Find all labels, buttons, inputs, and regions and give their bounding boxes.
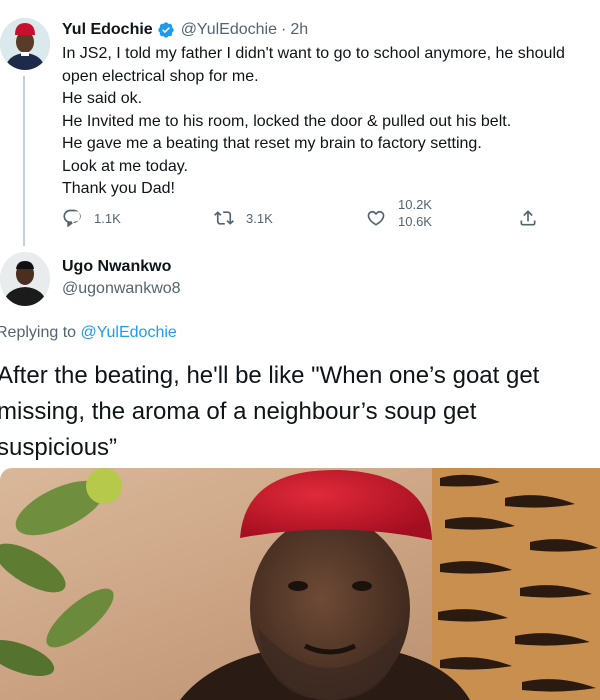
avatar[interactable] bbox=[0, 18, 50, 70]
replying-to-mention[interactable]: @YulEdochie bbox=[81, 324, 177, 341]
author-handle[interactable]: @ugonwankwo8 bbox=[62, 280, 181, 298]
like-count-ticker: 10.2K 10.6K bbox=[398, 200, 438, 236]
tweet-timestamp[interactable]: 2h bbox=[290, 21, 308, 39]
parent-tweet[interactable]: Yul Edochie @YulEdochie · 2h In JS2, I t… bbox=[0, 0, 600, 250]
tweet-text-line: Thank you Dad! bbox=[62, 180, 175, 197]
author-handle[interactable]: @YulEdochie bbox=[181, 21, 277, 39]
avatar[interactable] bbox=[0, 252, 50, 306]
heart-icon bbox=[367, 210, 385, 226]
like-button[interactable]: 10.2K 10.6K bbox=[366, 200, 438, 236]
author-name[interactable]: Ugo Nwankwo bbox=[62, 258, 171, 276]
share-button[interactable] bbox=[518, 200, 538, 236]
tweet-text-line: In JS2, I told my father I didn't want t… bbox=[62, 45, 565, 62]
tweet-thread: Yul Edochie @YulEdochie · 2h In JS2, I t… bbox=[0, 0, 600, 700]
reply-icon bbox=[63, 209, 81, 227]
separator-dot: · bbox=[281, 21, 287, 38]
reply-text-line: After the beating, he'll be like "When o… bbox=[0, 362, 540, 389]
reply-text-line: suspicious” bbox=[0, 434, 118, 461]
reply-text-line: missing, the aroma of a neighbour’s soup… bbox=[0, 398, 477, 425]
tweet-text-line: He said ok. bbox=[62, 90, 143, 107]
reply-tweet-text: After the beating, he'll be like "When o… bbox=[0, 358, 597, 466]
reply-button[interactable]: 1.1K bbox=[62, 200, 121, 236]
tweet-media-image[interactable] bbox=[0, 468, 600, 700]
verified-badge-icon bbox=[158, 22, 174, 38]
tweet-text: In JS2, I told my father I didn't want t… bbox=[62, 43, 598, 201]
share-icon bbox=[520, 210, 536, 226]
replying-to-label: Replying to bbox=[0, 324, 81, 341]
tweet-text-line: Look at me today. bbox=[62, 157, 188, 175]
tweet-text-line: open electrical shop for me. bbox=[62, 67, 259, 85]
retweet-count: 3.1K bbox=[246, 210, 273, 226]
tweet-header: Yul Edochie @YulEdochie · 2h bbox=[62, 19, 308, 41]
retweet-button[interactable]: 3.1K bbox=[214, 200, 273, 236]
tweet-action-bar: 1.1K 3.1K 10.2K 10.6K bbox=[62, 200, 592, 236]
like-count: 10.2K bbox=[398, 200, 432, 212]
thread-connector-line bbox=[23, 76, 25, 246]
reply-count: 1.1K bbox=[94, 210, 121, 226]
replying-to: Replying to @YulEdochie bbox=[0, 324, 177, 342]
author-name[interactable]: Yul Edochie bbox=[62, 21, 153, 39]
like-count-next: 10.6K bbox=[398, 214, 432, 229]
retweet-icon bbox=[214, 211, 234, 225]
tweet-text-line: He Invited me to his room, locked the do… bbox=[62, 112, 512, 130]
tweet-text-line: He gave me a beating that reset my brain… bbox=[62, 135, 482, 152]
